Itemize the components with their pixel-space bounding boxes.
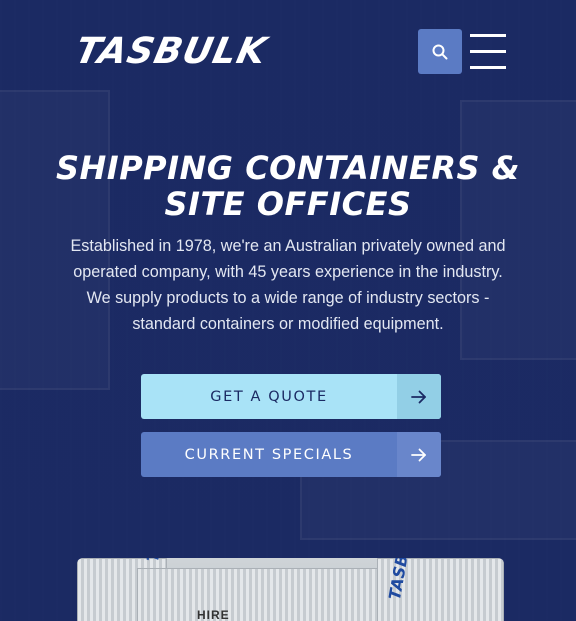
container-stack-image: [137, 568, 397, 621]
search-button[interactable]: [418, 29, 462, 74]
search-icon: [432, 44, 448, 59]
arrow-right-icon: [397, 374, 441, 419]
hamburger-menu-icon: [470, 66, 506, 69]
hamburger-menu-button[interactable]: [470, 32, 506, 70]
page: TASBULK SHIPPING CONTAINERS & SITE OFFIC…: [0, 0, 576, 621]
hamburger-menu-icon: [470, 50, 506, 53]
containers-photo: TASBULK TASBULK HIRE: [77, 558, 504, 621]
photo-hire-text: HIRE: [197, 608, 230, 621]
tasbulk-logo[interactable]: TASBULK: [72, 31, 271, 72]
hero-title-line1: SHIPPING CONTAINERS &: [55, 149, 521, 187]
arrow-right-icon: [397, 432, 441, 477]
current-specials-label: CURRENT SPECIALS: [184, 446, 354, 463]
hero-description: Established in 1978, we're an Australian…: [70, 237, 506, 333]
current-specials-button[interactable]: CURRENT SPECIALS: [141, 432, 441, 477]
hero-title-line2: SITE OFFICES: [164, 185, 412, 223]
get-a-quote-button[interactable]: GET A QUOTE: [141, 374, 441, 419]
hamburger-menu-icon: [470, 34, 506, 37]
site-header: TASBULK: [72, 28, 506, 76]
hero-title: SHIPPING CONTAINERS & SITE OFFICES: [40, 150, 536, 222]
get-a-quote-label: GET A QUOTE: [210, 388, 328, 405]
